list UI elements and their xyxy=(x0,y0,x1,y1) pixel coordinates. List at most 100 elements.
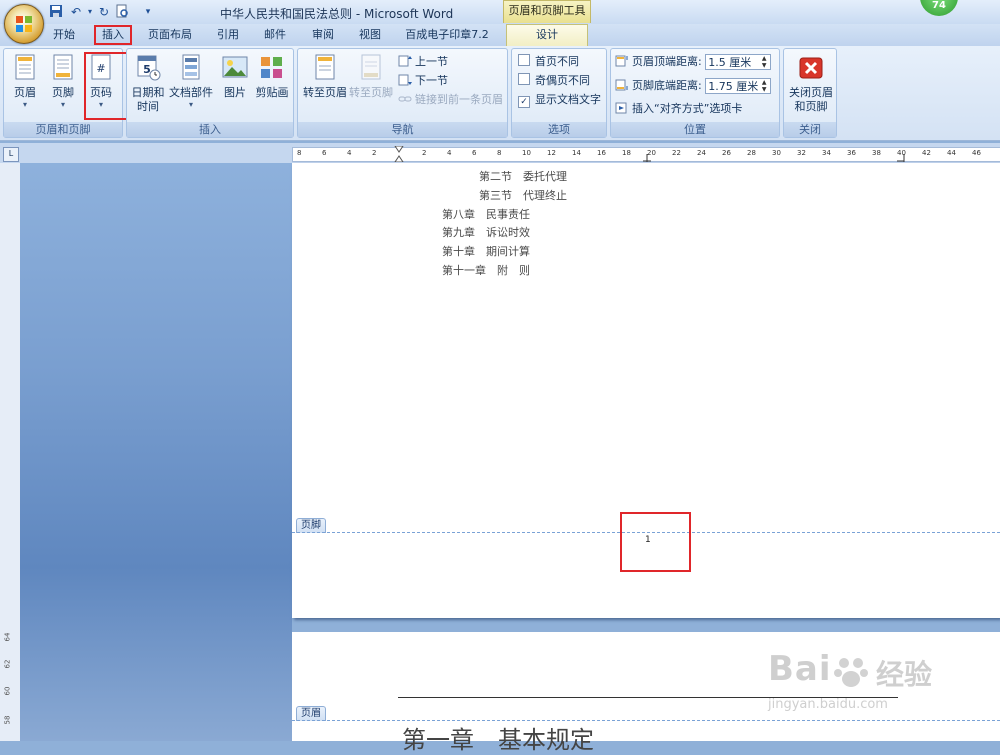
goto-header-button[interactable]: 转至页眉 xyxy=(302,53,348,100)
tab-references[interactable]: 引用 xyxy=(210,25,246,45)
footer-tag[interactable]: 页脚 xyxy=(296,518,326,533)
spinner-arrows-icon[interactable]: ▲ ▼ xyxy=(759,79,769,93)
insert-alignment-tab-label: 插入“对齐方式”选项卡 xyxy=(632,102,743,115)
clipart-icon xyxy=(261,57,282,78)
picture-button[interactable]: 图片 xyxy=(219,53,251,100)
right-tab-icon[interactable] xyxy=(897,154,905,162)
vertical-ruler[interactable]: 64 62 60 58 xyxy=(0,163,21,741)
tab-design[interactable]: 设计 xyxy=(506,24,588,47)
ribbon-tab-strip: 开始 插入 页面布局 引用 邮件 审阅 视图 百成电子印章7.2 设计 xyxy=(0,24,1000,47)
spinner-arrows-icon[interactable]: ▲ ▼ xyxy=(759,55,769,69)
office-button[interactable] xyxy=(4,4,44,44)
group-insert: 5 日期和 时间 文档部件 ▾ 图片 剪贴画 插入 xyxy=(126,48,294,138)
checkbox-checked[interactable]: ✓ xyxy=(518,96,530,108)
tab-e-seal[interactable]: 百成电子印章7.2 xyxy=(398,25,496,45)
prev-section-icon xyxy=(398,55,412,67)
ruler-tick: 36 xyxy=(847,149,856,157)
goto-footer-icon xyxy=(361,54,381,80)
chevron-down-icon: ▾ xyxy=(60,100,65,109)
close-icon xyxy=(799,57,823,79)
header-from-top-value: 1.5 厘米 xyxy=(708,56,752,69)
office-logo-icon xyxy=(16,16,32,32)
document-parts-button[interactable]: 文档部件 ▾ xyxy=(167,53,215,110)
footer-button[interactable]: 页脚 ▾ xyxy=(46,53,80,110)
footer-from-bottom-spinner[interactable]: 1.75 厘米 ▲ ▼ xyxy=(705,78,772,94)
ruler-tick: 42 xyxy=(922,149,931,157)
diff-odd-even-checkbox[interactable]: 奇偶页不同 xyxy=(518,72,590,90)
print-preview-icon[interactable] xyxy=(114,4,130,20)
ruler-tick: 8 xyxy=(497,149,502,157)
insert-alignment-tab-button[interactable]: 插入“对齐方式”选项卡 xyxy=(615,100,742,118)
watermark-text-cn: 经验 xyxy=(876,658,933,691)
header-button[interactable]: 页眉 ▾ xyxy=(8,53,42,110)
date-time-label-line2: 时间 xyxy=(137,100,159,113)
footer-icon xyxy=(53,54,73,80)
header-from-top-spinner[interactable]: 1.5 厘米 ▲ ▼ xyxy=(705,54,772,70)
picture-icon xyxy=(222,56,248,78)
clipart-label: 剪贴画 xyxy=(255,86,289,99)
header-from-top-row: 页眉顶端距离: 1.5 厘米 ▲ ▼ xyxy=(615,53,772,71)
link-to-previous-button[interactable]: 链接到前一条页眉 xyxy=(398,91,503,109)
document-background xyxy=(20,163,292,741)
group-label: 导航 xyxy=(298,122,507,137)
center-tab-icon[interactable] xyxy=(643,154,651,162)
show-doc-text-checkbox[interactable]: ✓ 显示文档文字 xyxy=(518,91,601,109)
checkbox-unchecked[interactable] xyxy=(518,73,530,85)
vruler-tick: 64 xyxy=(3,632,12,642)
save-icon[interactable] xyxy=(48,4,64,20)
vruler-tick: 60 xyxy=(3,686,12,696)
ruler-tick: 38 xyxy=(872,149,881,157)
tab-home[interactable]: 开始 xyxy=(48,25,80,45)
ruler-tick: 28 xyxy=(747,149,756,157)
customize-qat-icon[interactable]: ▾ xyxy=(140,4,156,20)
picture-label: 图片 xyxy=(224,86,246,99)
document-parts-icon xyxy=(182,54,200,80)
clipart-button[interactable]: 剪贴画 xyxy=(253,53,291,100)
highlight-box-page-number-field xyxy=(620,512,691,572)
prev-section-button[interactable]: 上一节 xyxy=(398,53,448,71)
toc-line: 第三节 代理终止 xyxy=(479,189,567,202)
close-label-line2: 和页脚 xyxy=(794,100,828,113)
tab-review[interactable]: 审阅 xyxy=(305,25,341,45)
close-header-footer-button[interactable]: 关闭页眉 和页脚 xyxy=(786,53,836,114)
ruler-tick: 10 xyxy=(522,149,531,157)
ruler-tick: 8 xyxy=(297,149,302,157)
ruler-tick: 14 xyxy=(572,149,581,157)
ruler-tick: 22 xyxy=(672,149,681,157)
indent-marker-icon[interactable] xyxy=(394,146,404,162)
vruler-tick: 62 xyxy=(3,659,12,669)
diff-first-page-checkbox[interactable]: 首页不同 xyxy=(518,53,579,71)
calendar-clock-icon: 5 xyxy=(137,55,161,81)
ruler-tick: 6 xyxy=(322,149,327,157)
quick-access-toolbar: ↶ ▾ ↻ ▾ xyxy=(40,2,160,22)
footer-position-icon xyxy=(615,79,628,91)
watermark-url: jingyan.baidu.com xyxy=(768,697,888,712)
group-label: 插入 xyxy=(127,122,293,137)
prev-section-label: 上一节 xyxy=(415,55,448,68)
next-section-button[interactable]: 下一节 xyxy=(398,72,448,90)
horizontal-ruler[interactable]: 8 6 4 2 2 4 6 8 10 12 14 16 18 20 22 24 26 28 30 32 34 36 38 40… xyxy=(292,146,1000,162)
date-time-button[interactable]: 5 日期和 时间 xyxy=(131,53,165,114)
goto-footer-label: 转至页脚 xyxy=(349,86,393,99)
tab-page-layout[interactable]: 页面布局 xyxy=(142,25,198,45)
redo-icon[interactable]: ↻ xyxy=(96,4,112,20)
chevron-down-icon: ▾ xyxy=(188,100,193,109)
chapter-heading: 第一章 基本规定 xyxy=(402,726,594,754)
document-parts-label: 文档部件 xyxy=(169,86,213,99)
ruler-tick: 6 xyxy=(472,149,477,157)
toc-line: 第十章 期间计算 xyxy=(442,245,530,258)
diff-odd-even-label: 奇偶页不同 xyxy=(535,74,590,87)
header-tag[interactable]: 页眉 xyxy=(296,706,326,721)
ruler-tick: 2 xyxy=(372,149,377,157)
tab-insert[interactable]: 插入 xyxy=(94,25,132,45)
document-page[interactable]: 第二节 委托代理 第三节 代理终止 第八章 民事责任 第九章 诉讼时效 第十章 … xyxy=(292,163,1000,618)
checkbox-unchecked[interactable] xyxy=(518,54,530,66)
tab-mailings[interactable]: 邮件 xyxy=(257,25,293,45)
header-icon xyxy=(15,54,35,80)
tab-view[interactable]: 视图 xyxy=(352,25,388,45)
toc-line: 第十一章 附 则 xyxy=(442,264,530,277)
goto-footer-button[interactable]: 转至页脚 xyxy=(348,53,394,100)
header-from-top-label: 页眉顶端距离: xyxy=(632,55,702,68)
tab-stop-selector[interactable]: L xyxy=(3,147,19,162)
ruler-tick: 4 xyxy=(347,149,352,157)
